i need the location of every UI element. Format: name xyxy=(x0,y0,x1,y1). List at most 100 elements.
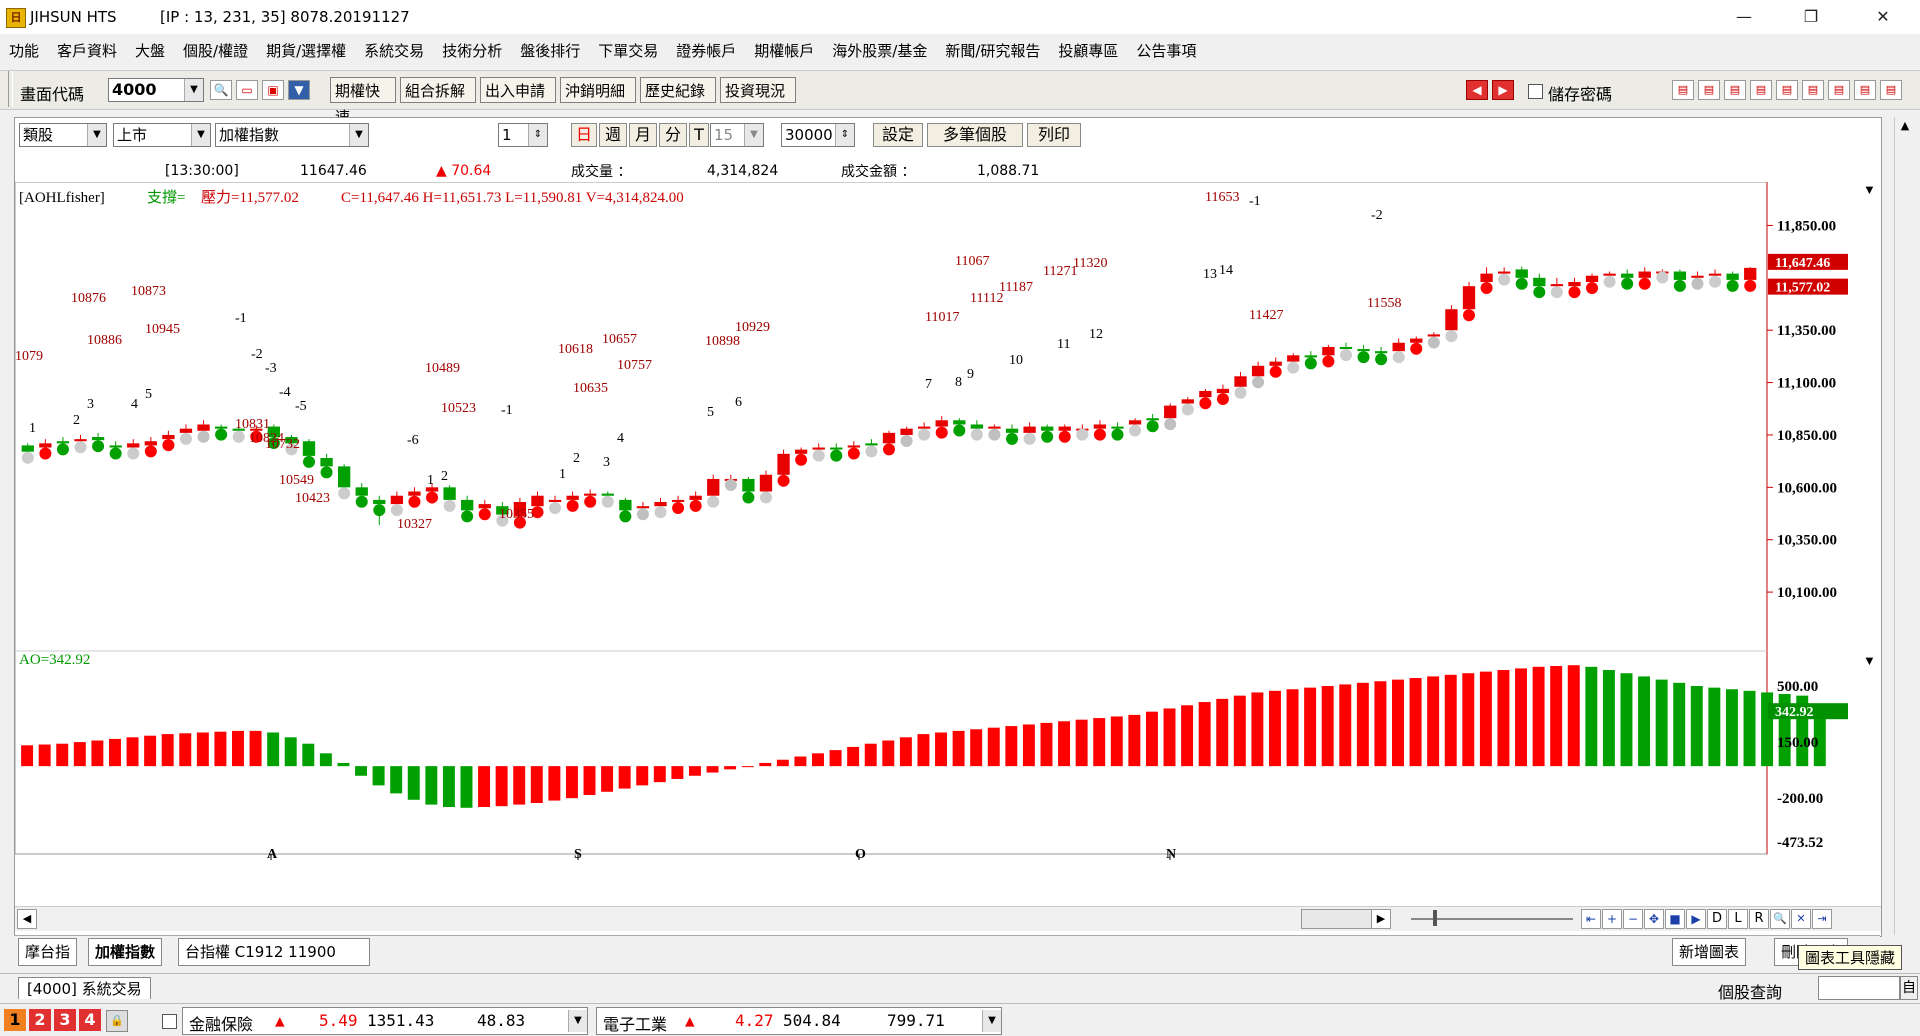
period-button[interactable]: T xyxy=(689,123,709,147)
toolbar-button[interactable]: 沖銷明細 xyxy=(560,77,636,103)
restore-button[interactable]: ❐ xyxy=(1788,4,1834,30)
nav-letter-button[interactable]: R xyxy=(1749,909,1769,929)
menu-item[interactable]: 新聞/研究報告 xyxy=(936,36,1049,66)
tab-option[interactable]: 台指權 C1912 11900 xyxy=(178,938,370,966)
collapse-icon[interactable]: ▼ xyxy=(1863,182,1876,197)
menu-item[interactable]: 下單交易 xyxy=(589,36,667,66)
chevron-down-icon[interactable]: ▼ xyxy=(191,124,210,146)
status-num-button[interactable]: 1 xyxy=(4,1009,26,1031)
wave-label: 1 xyxy=(559,467,566,482)
menu-item[interactable]: 技術分析 xyxy=(433,36,511,66)
nav-tool-icon[interactable]: − xyxy=(1623,909,1643,929)
ticker-checkbox[interactable] xyxy=(162,1014,177,1029)
draw-icon[interactable]: ▤ xyxy=(1802,80,1824,100)
scroll-left-icon[interactable]: ◀ xyxy=(17,909,37,929)
price-chart[interactable]: [AOHLfisher] 支撐= 壓力=11,577.02 C=11,647.4… xyxy=(15,182,1881,862)
end-icon[interactable]: ⇥ xyxy=(1812,909,1832,929)
menu-item[interactable]: 功能 xyxy=(0,36,48,66)
stock-query-button[interactable]: 自 xyxy=(1900,976,1918,1000)
scroll-right-icon[interactable]: ▶ xyxy=(1371,909,1391,929)
count-spinner[interactable]: 1 ⇕ xyxy=(498,123,548,147)
menu-item[interactable]: 期權帳戶 xyxy=(745,36,823,66)
nav-tool-icon[interactable]: ⇤ xyxy=(1581,909,1601,929)
toolbar-button[interactable]: 組合拆解 xyxy=(400,77,476,103)
zoom-slider-handle[interactable] xyxy=(1433,910,1437,926)
vertical-scrollbar[interactable]: ▲ xyxy=(1894,117,1915,935)
scroll-thumb[interactable] xyxy=(1301,909,1373,929)
menu-item[interactable]: 期貨/選擇權 xyxy=(257,36,355,66)
period-value-select[interactable]: 15 ▼ xyxy=(710,123,764,147)
chevron-down-icon[interactable]: ▼ xyxy=(982,1010,1001,1032)
text-icon[interactable]: ▤ xyxy=(1776,80,1798,100)
minimize-button[interactable]: — xyxy=(1721,4,1767,30)
nav-tool-icon[interactable]: ▶ xyxy=(1686,909,1706,929)
period-button[interactable]: 月 xyxy=(629,123,657,147)
screen-code-input[interactable]: 4000 ▼ xyxy=(108,78,204,102)
stock-query-input[interactable] xyxy=(1818,976,1900,1000)
toolbar-button[interactable]: 期權快速 xyxy=(330,77,396,126)
nav-tool-icon[interactable]: ✥ xyxy=(1644,909,1664,929)
chevron-down-icon[interactable]: ▼ xyxy=(184,79,203,101)
menu-item[interactable]: 系統交易 xyxy=(355,36,433,66)
sheet-tab[interactable]: [4000] 系統交易 xyxy=(18,977,151,999)
menu-item[interactable]: 公告事項 xyxy=(1127,36,1205,66)
lock-icon[interactable]: 🔒 xyxy=(106,1010,128,1032)
pen-icon[interactable]: ▤ xyxy=(1750,80,1772,100)
multi-stock-button[interactable]: 多筆個股 xyxy=(927,123,1023,147)
menu-item[interactable]: 海外股票/基金 xyxy=(823,36,936,66)
dropdown-icon[interactable]: ▼ xyxy=(288,80,310,100)
status-num-button[interactable]: 4 xyxy=(79,1009,101,1031)
tab-mtx[interactable]: 摩台指 xyxy=(18,938,78,966)
category-select[interactable]: 類股 ▼ xyxy=(19,123,107,147)
menu-item[interactable]: 證券帳戶 xyxy=(667,36,745,66)
chevron-down-icon[interactable]: ▼ xyxy=(744,124,763,146)
nav-tool-icon[interactable]: + xyxy=(1602,909,1622,929)
save-password-checkbox[interactable] xyxy=(1528,84,1543,99)
nav-letter-button[interactable]: D xyxy=(1707,909,1727,929)
spinner-arrows-icon[interactable]: ⇕ xyxy=(835,124,854,146)
chevron-down-icon[interactable]: ▼ xyxy=(568,1010,587,1032)
add-chart-button[interactable]: 新增圖表 xyxy=(1672,938,1747,966)
period-button[interactable]: 週 xyxy=(599,123,627,147)
edit-icon[interactable]: ▤ xyxy=(1672,80,1694,100)
tools-icon[interactable]: ▤ xyxy=(1854,80,1876,100)
zoom-icon[interactable]: 🔍 xyxy=(1770,909,1790,929)
close-button[interactable]: ✕ xyxy=(1860,4,1906,30)
index-select[interactable]: 加權指數 ▼ xyxy=(215,123,369,147)
collapse-icon[interactable]: ▼ xyxy=(1863,653,1876,668)
print-icon[interactable]: ▤ xyxy=(1880,80,1902,100)
close-icon[interactable]: ✕ xyxy=(1791,909,1811,929)
nav-tool-icon[interactable]: ■ xyxy=(1665,909,1685,929)
brush-icon[interactable]: ▤ xyxy=(1828,80,1850,100)
status-num-button[interactable]: 2 xyxy=(29,1009,51,1031)
menu-item[interactable]: 大盤 xyxy=(126,36,174,66)
chevron-down-icon[interactable]: ▼ xyxy=(87,124,106,146)
period-button[interactable]: 日 xyxy=(571,123,597,147)
toolbar-button[interactable]: 出入申請 xyxy=(480,77,556,103)
menu-item[interactable]: 投顧專區 xyxy=(1049,36,1127,66)
tab-taiex[interactable]: 加權指數 xyxy=(88,938,163,966)
menu-item[interactable]: 客戶資料 xyxy=(48,36,126,66)
signal-dot xyxy=(355,495,368,508)
status-num-button[interactable]: 3 xyxy=(54,1009,76,1031)
chart-icon[interactable]: ▤ xyxy=(1698,80,1720,100)
prev-arrow-icon[interactable]: ◀ xyxy=(1466,80,1488,100)
toolbar-button[interactable]: 歷史紀錄 xyxy=(640,77,716,103)
nav-letter-button[interactable]: L xyxy=(1728,909,1748,929)
chevron-down-icon[interactable]: ▼ xyxy=(349,124,368,146)
settings-button[interactable]: 設定 xyxy=(873,123,923,147)
folder-icon[interactable]: ▭ xyxy=(236,80,258,100)
toolbar-button[interactable]: 投資現況 xyxy=(720,77,796,103)
image-icon[interactable]: ▤ xyxy=(1724,80,1746,100)
next-arrow-icon[interactable]: ▶ xyxy=(1492,80,1514,100)
period-button[interactable]: 分 xyxy=(659,123,687,147)
bars-spinner[interactable]: 30000 ⇕ xyxy=(781,123,855,147)
menu-item[interactable]: 個股/權證 xyxy=(174,36,257,66)
search-icon[interactable]: 🔍 xyxy=(210,80,232,100)
scroll-up-icon[interactable]: ▲ xyxy=(1895,117,1915,135)
spinner-arrows-icon[interactable]: ⇕ xyxy=(528,124,547,146)
menu-item[interactable]: 盤後排行 xyxy=(511,36,589,66)
window-icon[interactable]: ▣ xyxy=(262,80,284,100)
market-select[interactable]: 上市 ▼ xyxy=(113,123,211,147)
print-button[interactable]: 列印 xyxy=(1027,123,1081,147)
